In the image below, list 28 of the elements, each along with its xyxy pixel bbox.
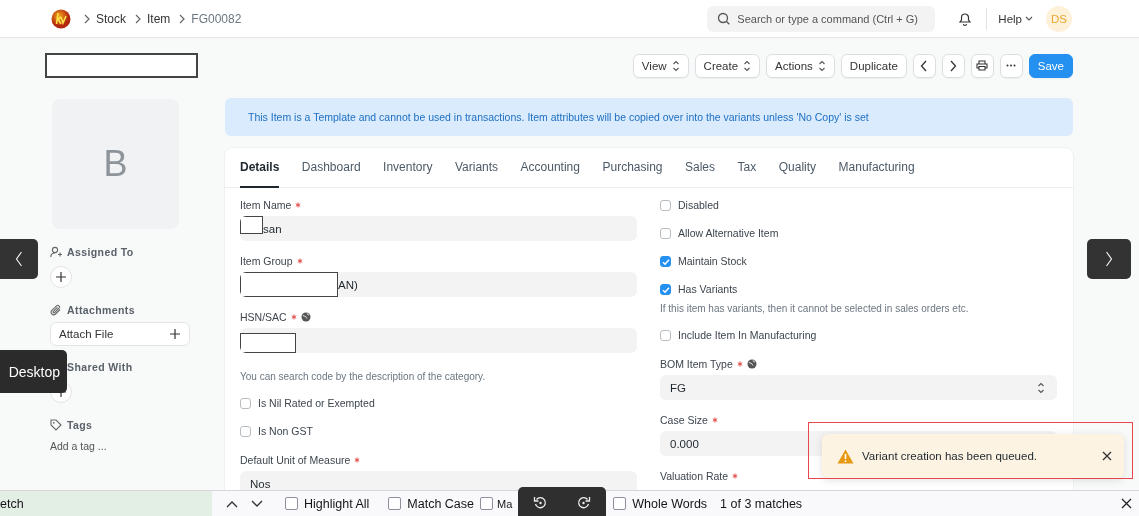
checkbox-label: Is Non GST (258, 425, 313, 437)
checkbox-label: Maintain Stock (678, 255, 747, 267)
checkbox-label: Has Variants (678, 283, 738, 295)
checkbox-label: Is Nil Rated or Exempted (258, 397, 375, 409)
toast-message: Variant creation has been queued. (862, 450, 1038, 462)
field-label: Valuation Rate (660, 470, 729, 482)
help-text: If this item has variants, then it cannot be selected in sales orders etc. (660, 302, 970, 316)
section-title: Assigned To (67, 246, 134, 258)
field-label: Item Group (240, 255, 293, 267)
section-title: Tags (67, 419, 93, 431)
checkbox-label: Match Case (407, 496, 475, 511)
checkbox-label: Allow Alternative Item (678, 227, 779, 239)
help-text: You can search code by the description of the category. (240, 370, 487, 384)
field-label: Default Unit of Measure (240, 454, 351, 466)
field-label: BOM Item Type (660, 358, 733, 370)
checkbox-label: Whole Words (632, 496, 708, 511)
tooltip: Desktop (0, 350, 67, 393)
info-banner: This Item is a Template and cannot be used in transactions. Item attributes will be copied over into the variants unless 'No Copy' is set (225, 98, 1073, 136)
field-label: Item Name (240, 199, 292, 211)
section-title: Shared With (67, 361, 133, 373)
checkbox-label: Highlight All (304, 496, 370, 511)
field-label: Case Size (660, 414, 708, 426)
section-title: Attachments (67, 304, 135, 316)
field-label: HSN/SAC (240, 311, 287, 323)
checkbox-label: Include Item In Manufacturing (678, 329, 817, 341)
match-count: 1 of 3 matches (720, 496, 803, 511)
checkbox-label: Disabled (678, 199, 719, 211)
checkbox-label: Ma (497, 497, 513, 510)
